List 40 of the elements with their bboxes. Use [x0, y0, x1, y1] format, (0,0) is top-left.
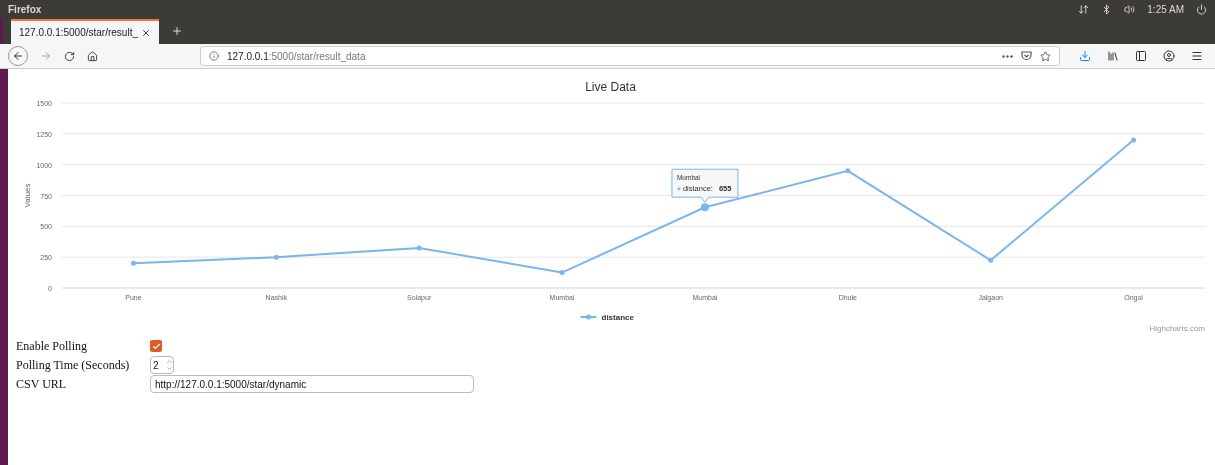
- close-icon[interactable]: [141, 27, 151, 38]
- clock[interactable]: 1:25 AM: [1147, 1, 1184, 17]
- data-point[interactable]: [130, 260, 136, 266]
- csv-url-input[interactable]: http://127.0.0.1:5000/star/dynamic: [150, 375, 474, 393]
- more-icon[interactable]: [1002, 54, 1013, 58]
- field-label: Enable Polling: [16, 338, 88, 355]
- data-point[interactable]: [559, 270, 565, 276]
- account-icon[interactable]: [1163, 50, 1175, 62]
- reload-icon[interactable]: [64, 50, 75, 62]
- address-bar[interactable]: 127.0.0.1:5000/star/result_data: [200, 46, 1060, 66]
- browser-tab[interactable]: 127.0.0.1:5000/star/result_: [11, 19, 159, 44]
- new-tab-icon[interactable]: [171, 25, 183, 37]
- bullet-icon: [677, 187, 681, 191]
- legend-item[interactable]: distance: [579, 313, 634, 322]
- back-arrow-icon: [12, 50, 24, 62]
- library-icon[interactable]: [1107, 50, 1119, 62]
- data-point[interactable]: [700, 203, 709, 212]
- download-icon[interactable]: [1079, 50, 1091, 62]
- data-point[interactable]: [273, 254, 279, 260]
- network-icon[interactable]: [1078, 3, 1090, 15]
- app-name: Firefox: [8, 2, 42, 17]
- chart-title: Live Data: [585, 80, 636, 94]
- url-text: 127.0.0.1:5000/star/result_data: [227, 49, 366, 64]
- home-icon[interactable]: [87, 50, 98, 62]
- bookmark-star-icon[interactable]: [1040, 50, 1051, 62]
- enable-polling-checkbox[interactable]: [150, 340, 162, 352]
- data-point[interactable]: [416, 245, 422, 251]
- volume-icon[interactable]: [1124, 3, 1136, 15]
- field-label: Polling Time (Seconds): [16, 357, 131, 374]
- legend-label: distance: [601, 313, 635, 322]
- power-icon[interactable]: [1196, 3, 1207, 15]
- sidebar-icon[interactable]: [1135, 50, 1147, 62]
- field-label: CSV URL: [16, 376, 68, 393]
- data-point[interactable]: [1131, 137, 1137, 143]
- pocket-icon[interactable]: [1021, 51, 1032, 61]
- axis-title: Values: [23, 183, 32, 208]
- data-point[interactable]: [845, 168, 851, 174]
- menu-icon[interactable]: [1191, 50, 1203, 62]
- info-icon[interactable]: [209, 51, 219, 61]
- data-point[interactable]: [988, 257, 994, 263]
